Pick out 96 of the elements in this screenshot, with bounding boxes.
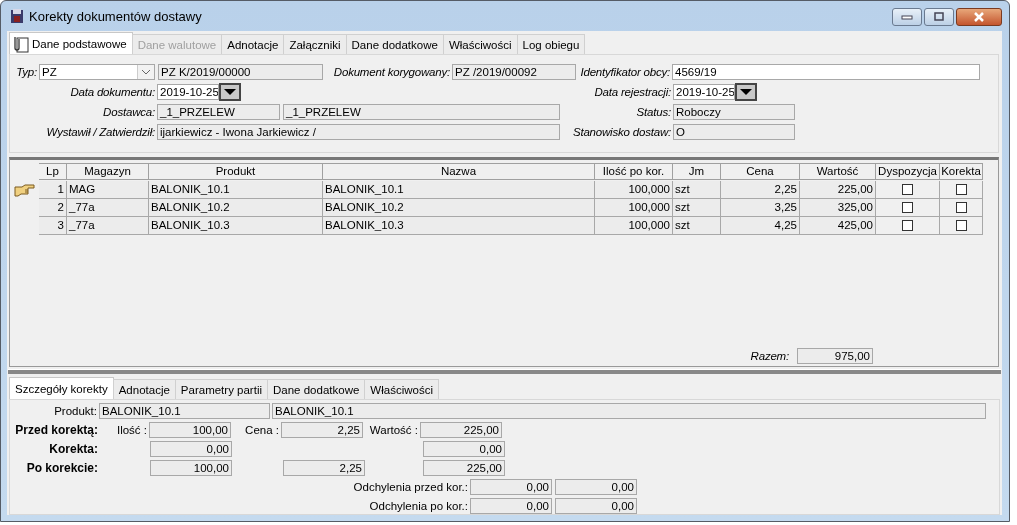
tab[interactable]: Dane podstawowe bbox=[9, 32, 133, 54]
tab[interactable]: Adnotacje bbox=[112, 379, 176, 399]
external-id-field[interactable]: 4569/19 bbox=[672, 64, 980, 80]
tab[interactable]: Właściwości bbox=[364, 379, 439, 399]
window-title: Korekty dokumentów dostawy bbox=[29, 8, 202, 24]
date-dropdown-button[interactable] bbox=[219, 83, 241, 101]
field-label: Cena : bbox=[244, 424, 280, 436]
field-label: Dokument korygowany: bbox=[332, 66, 451, 78]
chevron-down-icon bbox=[137, 65, 154, 79]
type-dropdown[interactable]: PZ bbox=[39, 64, 155, 80]
column-header[interactable]: Produkt bbox=[149, 162, 323, 180]
field-label: Produkt: bbox=[53, 405, 98, 417]
total-field: 975,00 bbox=[797, 347, 873, 364]
app-icon bbox=[9, 8, 25, 24]
price-field: 2,25 bbox=[281, 422, 363, 438]
tab[interactable]: Załączniki bbox=[283, 34, 347, 54]
field-label: Odchylenia przed kor.: bbox=[352, 481, 469, 493]
maximize-icon bbox=[933, 12, 945, 22]
deviation-field: 0,00 bbox=[555, 479, 637, 495]
column-header[interactable]: Nazwa bbox=[323, 162, 595, 180]
triangle-down-icon bbox=[223, 88, 237, 96]
supplier-code-field: _1_PRZELEW bbox=[157, 104, 280, 120]
product-code-field: BALONIK_10.1 bbox=[99, 403, 270, 419]
checkbox[interactable] bbox=[902, 219, 913, 231]
field-label: Wartość : bbox=[368, 424, 419, 436]
checkbox[interactable] bbox=[955, 201, 967, 213]
value-field: 0,00 bbox=[423, 441, 505, 457]
column-header[interactable]: Lp bbox=[39, 162, 67, 180]
status-field: Roboczy bbox=[673, 104, 795, 120]
column-header[interactable]: Korekta bbox=[940, 162, 983, 180]
date-field[interactable]: 2019-10-25 bbox=[157, 84, 219, 100]
tab[interactable]: Parametry partii bbox=[174, 379, 268, 399]
deviation-field: 0,00 bbox=[470, 498, 552, 514]
row-label: Korekta: bbox=[48, 442, 99, 456]
tab[interactable]: Dane dodatkowe bbox=[267, 379, 366, 399]
table-cell: BALONIK_10.1 bbox=[323, 180, 595, 199]
table-cell: 1 bbox=[39, 180, 67, 199]
close-button[interactable] bbox=[956, 8, 1002, 26]
tab[interactable]: Log obiegu bbox=[516, 34, 586, 54]
pointing-hand-icon bbox=[13, 182, 36, 197]
quantity-field: 100,00 bbox=[149, 422, 231, 438]
close-icon bbox=[972, 12, 986, 22]
tab[interactable]: Dane dodatkowe bbox=[345, 34, 444, 54]
tab[interactable]: Szczegóły korekty bbox=[9, 377, 114, 399]
triangle-down-icon bbox=[739, 88, 753, 96]
minimize-button[interactable] bbox=[892, 8, 922, 26]
table-cell: 225,00 bbox=[800, 180, 876, 199]
supplier-name-field: _1_PRZELEW bbox=[283, 104, 560, 120]
column-header[interactable]: Wartość bbox=[800, 162, 876, 180]
checkbox[interactable] bbox=[955, 183, 967, 195]
column-header[interactable]: Dyspozycja bbox=[876, 162, 940, 180]
column-header[interactable]: Magazyn bbox=[67, 162, 149, 180]
station-field: O bbox=[673, 124, 795, 140]
field-label: Identyfikator obcy: bbox=[579, 66, 671, 78]
field-label: Stanowisko dostaw: bbox=[571, 126, 672, 138]
field-label: Data dokumentu: bbox=[69, 86, 156, 98]
value-field: 225,00 bbox=[420, 422, 502, 438]
corrected-document-field: PZ /2019/00092 bbox=[452, 64, 576, 80]
total-label: Razem: bbox=[749, 349, 790, 362]
splitter[interactable] bbox=[8, 369, 1001, 374]
document-number-field: PZ K/2019/00000 bbox=[158, 64, 323, 80]
field-label: Ilość : bbox=[115, 424, 148, 436]
deviation-field: 0,00 bbox=[555, 498, 637, 514]
tab[interactable]: Właściwości bbox=[442, 34, 518, 54]
quantity-field: 0,00 bbox=[150, 441, 232, 457]
checkbox[interactable] bbox=[902, 201, 913, 213]
row-label: Przed korektą: bbox=[14, 423, 99, 437]
value-field: 225,00 bbox=[423, 460, 505, 476]
deviation-field: 0,00 bbox=[470, 479, 552, 495]
table-cell: 100,000 bbox=[595, 180, 673, 199]
date-field[interactable]: 2019-10-25 bbox=[673, 84, 735, 100]
table-cell: MAG bbox=[67, 180, 149, 199]
field-label: Wystawił / Zatwierdził: bbox=[45, 126, 156, 138]
quantity-field: 100,00 bbox=[150, 460, 232, 476]
maximize-button[interactable] bbox=[924, 8, 954, 26]
price-field: 2,25 bbox=[283, 460, 365, 476]
field-label: Status: bbox=[635, 106, 672, 118]
table-cell: szt bbox=[673, 180, 721, 199]
minimize-icon bbox=[901, 14, 913, 20]
table-cell: BALONIK_10.1 bbox=[149, 180, 323, 199]
field-label: Odchylenia po kor.: bbox=[368, 500, 469, 512]
date-dropdown-button[interactable] bbox=[735, 83, 757, 101]
issued-by-field: ijarkiewicz - Iwona Jarkiewicz / bbox=[157, 124, 560, 140]
product-name-field: BALONIK_10.1 bbox=[272, 403, 986, 419]
document-icon bbox=[12, 34, 30, 53]
column-header[interactable]: Cena bbox=[721, 162, 800, 180]
field-label: Dostawca: bbox=[102, 106, 156, 118]
field-label: Data rejestracji: bbox=[593, 86, 672, 98]
tab[interactable]: Adnotacje bbox=[221, 34, 285, 54]
table-cell: 2,25 bbox=[721, 180, 800, 199]
checkbox[interactable] bbox=[955, 219, 967, 231]
checkbox[interactable] bbox=[902, 183, 913, 195]
field-label: Typ: bbox=[15, 66, 38, 78]
column-header[interactable]: Ilość po kor. bbox=[595, 162, 673, 180]
row-label: Po korekcie: bbox=[25, 461, 99, 475]
column-header[interactable]: Jm bbox=[673, 162, 721, 180]
